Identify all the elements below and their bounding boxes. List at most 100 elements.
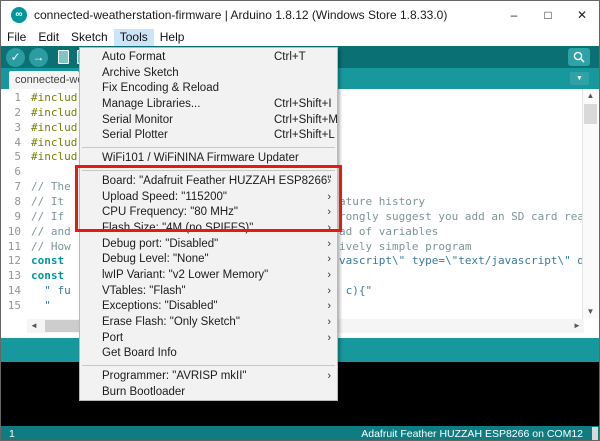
code-fragment: // How <box>31 240 71 253</box>
tools-menu-item[interactable]: Auto FormatCtrl+T <box>80 50 337 66</box>
cursor-line-number: 1 <box>9 428 15 440</box>
vertical-scrollbar[interactable]: ▲ ▼ <box>582 89 598 319</box>
line-number: 11 <box>1 240 21 253</box>
window-title: connected-weatherstation-firmware | Ardu… <box>34 8 447 22</box>
code-fragment: const <box>31 254 71 267</box>
code-fragment: // It <box>31 195 71 208</box>
code-fragment: #includ <box>31 150 77 163</box>
highlight-box <box>75 165 342 232</box>
menu-item-label: Erase Flash: "Only Sketch" <box>102 316 240 328</box>
tools-menu-item[interactable]: Serial PlotterCtrl+Shift+L <box>80 128 337 144</box>
menu-item-shortcut: Ctrl+Shift+M <box>274 113 338 129</box>
close-button[interactable]: ✕ <box>565 1 599 29</box>
tab-menu-button[interactable]: ▼ <box>570 72 589 85</box>
line-number: 6 <box>1 165 21 178</box>
arduino-logo-icon: ∞ <box>11 7 27 23</box>
magnifier-icon <box>572 50 586 64</box>
tools-menu-item[interactable]: Get Board Info <box>80 346 337 362</box>
tools-menu-item[interactable]: Serial Monitor Ctrl+Shift+M <box>80 113 337 129</box>
tools-menu-item[interactable]: Manage Libraries... Ctrl+Shift+I <box>80 97 337 113</box>
line-number: 8 <box>1 195 21 208</box>
line-number: 1 <box>1 91 21 104</box>
tools-menu-item[interactable]: Debug port: "Disabled" › <box>80 237 337 253</box>
menubar-item-help[interactable]: Help <box>154 29 191 46</box>
submenu-arrow-icon: › <box>327 299 331 315</box>
document-icon <box>58 50 69 64</box>
menu-item-label: Archive Sketch <box>102 67 179 79</box>
menu-item-label: Debug Level: "None" <box>102 253 209 265</box>
menubar-item-edit[interactable]: Edit <box>32 29 65 46</box>
menu-item-label: Debug port: "Disabled" <box>102 238 218 250</box>
scroll-right-icon[interactable]: ► <box>570 319 584 333</box>
line-number: 7 <box>1 180 21 193</box>
menu-separator <box>82 147 335 148</box>
menubar-item-file[interactable]: File <box>1 29 32 46</box>
submenu-arrow-icon: › <box>327 252 331 268</box>
scroll-left-icon[interactable]: ◄ <box>27 319 41 333</box>
scroll-up-icon[interactable]: ▲ <box>583 89 598 103</box>
line-number: 5 <box>1 150 21 163</box>
code-fragment: " fu <box>31 284 71 297</box>
line-number: 12 <box>1 254 21 267</box>
tools-menu-item[interactable]: Programmer: "AVRISP mkII"› <box>80 369 337 385</box>
menubar-item-tools[interactable]: Tools <box>114 29 154 46</box>
menubar-item-sketch[interactable]: Sketch <box>65 29 114 46</box>
tools-menu-item[interactable]: Debug Level: "None" › <box>80 252 337 268</box>
menu-item-shortcut: Ctrl+Shift+L <box>274 128 335 144</box>
submenu-arrow-icon: › <box>327 237 331 253</box>
serial-monitor-button[interactable] <box>568 48 590 66</box>
menu-item-label: Burn Bootloader <box>102 386 185 398</box>
tools-menu-item[interactable]: Port › <box>80 331 337 347</box>
line-number: 9 <box>1 210 21 223</box>
line-number: 15 <box>1 299 21 312</box>
submenu-arrow-icon: › <box>327 268 331 284</box>
verify-button[interactable]: ✓ <box>6 48 25 67</box>
submenu-arrow-icon: › <box>327 331 331 347</box>
menu-item-label: WiFi101 / WiFiNINA Firmware Updater <box>102 152 299 164</box>
line-number: 14 <box>1 284 21 297</box>
menu-item-label: Serial Monitor <box>102 114 173 126</box>
menu-item-label: Programmer: "AVRISP mkII" <box>102 370 247 382</box>
tools-menu-item[interactable]: Burn Bootloader <box>80 385 337 401</box>
scroll-down-icon[interactable]: ▼ <box>583 305 598 319</box>
code-fragment: vascript\" type=\"text/javascript\" de <box>339 254 584 267</box>
code-fragment: // The <box>31 180 71 193</box>
title-bar: ∞ connected-weatherstation-firmware | Ar… <box>1 1 599 29</box>
submenu-arrow-icon: › <box>327 284 331 300</box>
menu-item-label: Manage Libraries... <box>102 98 200 110</box>
menu-item-label: Port <box>102 332 123 344</box>
tools-menu-item[interactable]: Erase Flash: "Only Sketch" › <box>80 315 337 331</box>
line-number: 10 <box>1 225 21 238</box>
menu-item-shortcut: Ctrl+T <box>274 50 306 66</box>
submenu-arrow-icon: › <box>327 315 331 331</box>
menu-item-shortcut: Ctrl+Shift+I <box>274 97 332 113</box>
line-number: 13 <box>1 269 21 282</box>
vertical-scroll-thumb[interactable] <box>584 104 597 124</box>
board-port-status: Adafruit Feather HUZZAH ESP8266 on COM12 <box>361 428 583 440</box>
line-number: 3 <box>1 121 21 134</box>
minimize-button[interactable]: – <box>497 1 531 29</box>
menu-separator <box>82 365 335 366</box>
code-fragment: " <box>31 299 51 312</box>
code-fragment: // If <box>31 210 71 223</box>
maximize-button[interactable]: □ <box>531 1 565 29</box>
tools-menu-item[interactable]: Exceptions: "Disabled" › <box>80 299 337 315</box>
tools-menu-item[interactable]: Fix Encoding & Reload <box>80 81 337 97</box>
resize-grip[interactable] <box>592 427 598 441</box>
code-fragment: #includ <box>31 91 77 104</box>
new-sketch-button[interactable] <box>54 48 73 67</box>
code-fragment: rongly suggest you add an SD card read <box>339 210 584 223</box>
tools-menu-item[interactable]: Archive Sketch <box>80 66 337 82</box>
tab-connected-weatherstation[interactable]: connected-wea <box>9 71 79 89</box>
code-fragment: #includ <box>31 106 77 119</box>
tools-menu-item[interactable]: VTables: "Flash"› <box>80 284 337 300</box>
menu-item-label: Get Board Info <box>102 347 177 359</box>
line-number: 4 <box>1 136 21 149</box>
menu-item-label: Exceptions: "Disabled" <box>102 300 218 312</box>
menu-item-label: Fix Encoding & Reload <box>102 82 219 94</box>
menu-item-label: lwIP Variant: "v2 Lower Memory" <box>102 269 268 281</box>
upload-button[interactable]: → <box>29 48 48 67</box>
code-fragment: ature history <box>339 195 425 208</box>
code-fragment: const <box>31 269 71 282</box>
tools-menu-item[interactable]: lwIP Variant: "v2 Lower Memory" › <box>80 268 337 284</box>
